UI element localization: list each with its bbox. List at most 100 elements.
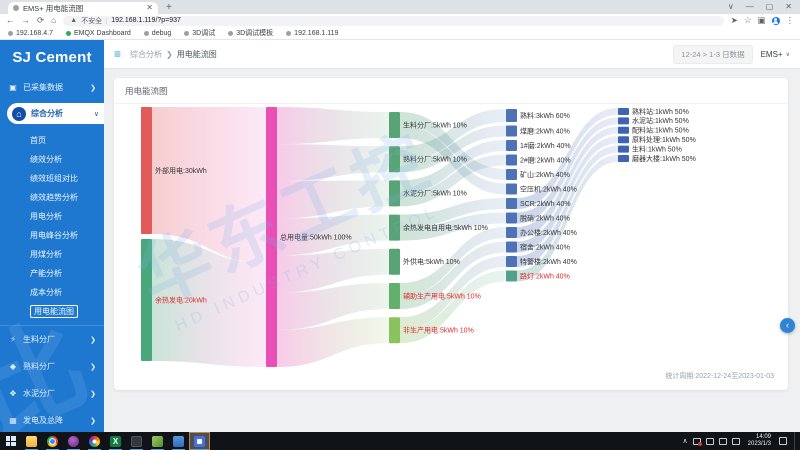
sidebar-group-droplet[interactable]: ◆熟料分厂❯ — [0, 353, 104, 380]
sankey-node-label: 水泥分厂:5kWh 10% — [403, 189, 467, 198]
taskbar-app-chrome[interactable] — [42, 432, 63, 450]
sankey-node-6[interactable] — [389, 215, 400, 241]
sankey-node-4[interactable] — [389, 146, 400, 172]
bookmark-item[interactable]: debug — [144, 30, 171, 37]
taskbar-app-file-explorer[interactable] — [21, 432, 42, 450]
window-close-icon[interactable]: ✕ — [785, 0, 792, 14]
sankey-node-2[interactable] — [266, 107, 277, 367]
action-center-icon[interactable] — [779, 437, 787, 445]
sidebar-submenu-item[interactable]: 产能分析 — [0, 264, 104, 283]
home-icon[interactable]: ⌂ — [51, 14, 56, 27]
breadcrumb: 综合分析 ❯ 用电能流图 — [130, 49, 217, 60]
bookmark-item[interactable]: 192.168.1.119 — [286, 30, 338, 37]
date-range-button[interactable]: 12-24 > 1-3 日数据 — [673, 45, 752, 64]
teams-icon — [194, 436, 205, 447]
sidebar-submenu-item[interactable]: 绩效班组对比 — [0, 169, 104, 188]
sankey-node-label: 配料站:1kWh 50% — [632, 126, 689, 135]
bookmark-item[interactable]: 192.168.4.7 — [8, 30, 53, 37]
sankey-node-25[interactable] — [618, 136, 629, 143]
tab-close-icon[interactable]: ✕ — [146, 4, 153, 12]
sankey-node-13[interactable] — [506, 155, 517, 166]
reload-icon[interactable]: ⟳ — [37, 14, 44, 27]
kebab-menu-icon[interactable]: ⋮ — [786, 14, 795, 27]
window-minimize-icon[interactable]: — — [746, 0, 754, 14]
sankey-node-20[interactable] — [506, 256, 517, 267]
window-menu-icon[interactable]: ∨ — [728, 0, 734, 14]
tray-app-icon[interactable] — [693, 438, 701, 445]
browser-address-bar: ← → ⟳ ⌂ ▲ 不安全 192.168.1.119/?p=937 ➤ ☆ ▣… — [0, 14, 800, 27]
sankey-node-15[interactable] — [506, 184, 517, 195]
sankey-node-7[interactable] — [389, 249, 400, 275]
bookmark-item[interactable]: 3D调试 — [184, 28, 215, 38]
sidebar-submenu-item[interactable]: 绩效分析 — [0, 150, 104, 169]
sankey-node-8[interactable] — [389, 283, 400, 309]
sidebar-submenu-item[interactable]: 用煤分析 — [0, 245, 104, 264]
browser-tab[interactable]: EMS+ 用电能流图 ✕ — [8, 2, 158, 14]
sankey-node-21[interactable] — [506, 271, 517, 282]
collapse-handle-button[interactable]: ‹ — [780, 318, 795, 333]
sidebar-group-tools[interactable]: ❖水泥分厂❯ — [0, 380, 104, 407]
hamburger-menu-icon[interactable]: ≡ — [114, 40, 121, 68]
share-icon[interactable]: ➤ — [731, 14, 738, 27]
tray-expand-icon[interactable]: ∧ — [683, 437, 688, 445]
browser-tab-strip: EMS+ 用电能流图 ✕ + ∨ — ▢ ✕ — [0, 0, 800, 14]
taskbar-app-teams[interactable] — [189, 432, 210, 450]
sankey-node-10[interactable] — [506, 109, 517, 122]
sankey-node-26[interactable] — [618, 146, 629, 153]
sankey-node-1[interactable] — [141, 239, 152, 361]
sankey-node-14[interactable] — [506, 169, 517, 180]
show-desktop-button[interactable] — [794, 432, 797, 450]
bookmark-favicon — [184, 31, 189, 36]
sankey-node-label: SCR:2kWh 40% — [520, 201, 571, 208]
profile-avatar[interactable] — [772, 17, 780, 25]
window-maximize-icon[interactable]: ▢ — [766, 0, 774, 14]
sidebar-submenu-item[interactable]: 绩效趋势分析 — [0, 188, 104, 207]
tray-display-icon[interactable] — [706, 438, 714, 445]
sankey-node-17[interactable] — [506, 213, 517, 224]
bookmark-item[interactable]: EMQX Dashboard — [66, 30, 131, 37]
sankey-node-3[interactable] — [389, 112, 400, 138]
bookmark-item[interactable]: 3D调试模板 — [228, 28, 273, 38]
sankey-node-label: 非生产用电:5kWh 10% — [403, 326, 474, 335]
sidebar-submenu-item[interactable]: 用电分析 — [0, 207, 104, 226]
sankey-node-27[interactable] — [618, 155, 629, 162]
sankey-node-5[interactable] — [389, 180, 400, 206]
taskbar-app-terminal[interactable] — [126, 432, 147, 450]
sankey-node-11[interactable] — [506, 126, 517, 137]
taskbar-app-remote-app[interactable] — [168, 432, 189, 450]
sankey-node-16[interactable] — [506, 198, 517, 209]
sidebar-group-comprehensive-analysis[interactable]: ⌂ 综合分析 ∨ — [7, 103, 104, 124]
taskbar-app-design-app[interactable] — [84, 432, 105, 450]
profile-menu[interactable]: EMS+ ∨ — [761, 50, 790, 59]
sidebar-submenu-item[interactable]: 首页 — [0, 131, 104, 150]
sankey-node-0[interactable] — [141, 107, 152, 234]
sidebar-group-lightning[interactable]: ⚡生料分厂❯ — [0, 326, 104, 353]
back-icon[interactable]: ← — [6, 14, 15, 27]
sankey-svg: 外部用电:30kWh余热发电:20kWh总用电量:50kWh 100%生料分厂:… — [116, 104, 768, 382]
sankey-node-24[interactable] — [618, 127, 629, 134]
sankey-node-18[interactable] — [506, 227, 517, 238]
sidebar-submenu-item[interactable]: 成本分析 — [0, 283, 104, 302]
sidebar-submenu-item[interactable]: 用电能流图 — [0, 302, 104, 321]
tray-volume-icon[interactable] — [719, 438, 727, 445]
sankey-node-22[interactable] — [618, 108, 629, 115]
taskbar-app-excel[interactable]: X — [105, 432, 126, 450]
sidebar-item-collected-data[interactable]: ▣ 已采集数据 ❯ — [0, 76, 104, 99]
forward-icon[interactable]: → — [22, 14, 31, 27]
start-button[interactable] — [0, 432, 21, 450]
sidebar-group-power[interactable]: ▦发电及总降❯ — [0, 407, 104, 432]
breadcrumb-section[interactable]: 综合分析 — [130, 49, 162, 60]
side-panel-icon[interactable]: ▣ — [757, 14, 765, 27]
taskbar-clock[interactable]: 14:09 2023/1/3 — [745, 434, 774, 449]
sankey-node-19[interactable] — [506, 242, 517, 253]
tray-usb-icon[interactable] — [732, 438, 740, 445]
url-input[interactable]: ▲ 不安全 192.168.1.119/?p=937 — [63, 16, 723, 26]
sidebar-submenu-item[interactable]: 用电峰谷分析 — [0, 226, 104, 245]
sankey-node-12[interactable] — [506, 140, 517, 151]
taskbar-app-media-app[interactable] — [63, 432, 84, 450]
bookmark-star-icon[interactable]: ☆ — [744, 14, 752, 27]
new-tab-button[interactable]: + — [166, 2, 172, 14]
taskbar-app-code-editor[interactable] — [147, 432, 168, 450]
sankey-node-23[interactable] — [618, 117, 629, 124]
sankey-node-9[interactable] — [389, 317, 400, 343]
